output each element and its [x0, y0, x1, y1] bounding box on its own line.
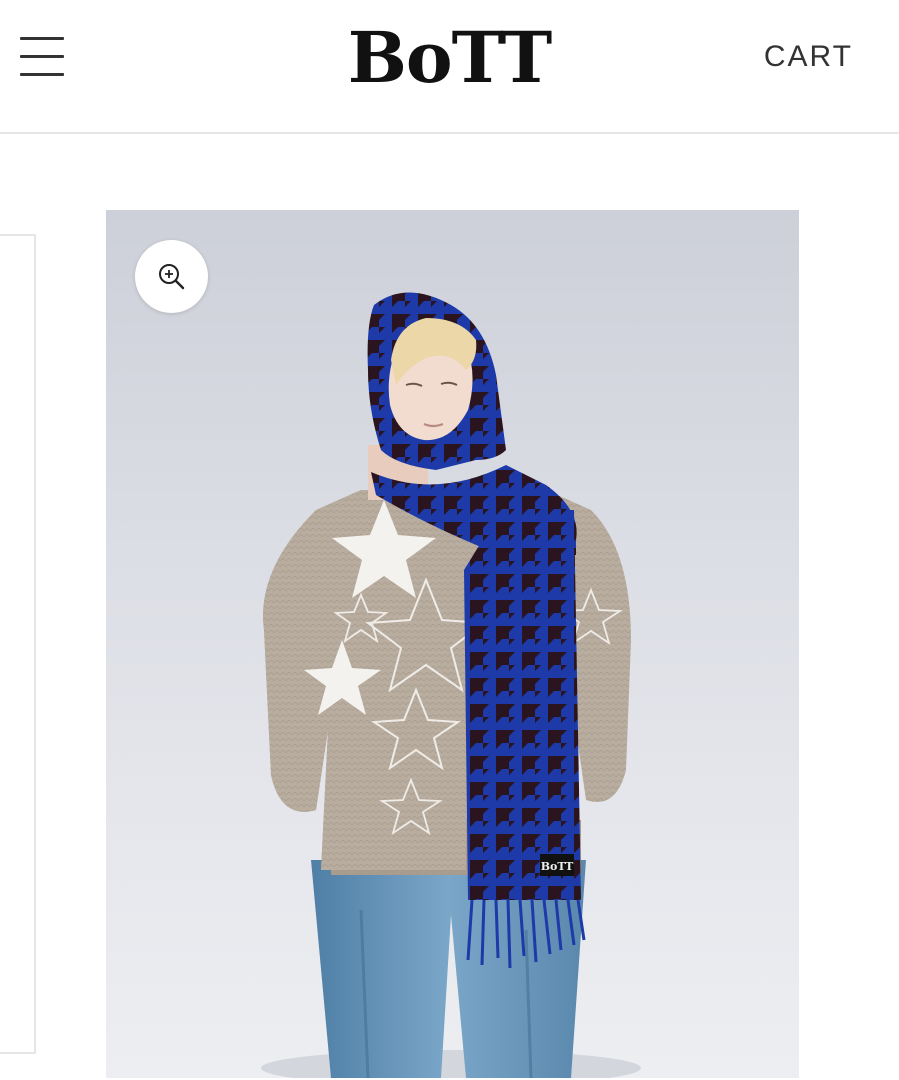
- previous-image-thumbnail[interactable]: [0, 234, 36, 1054]
- zoom-button[interactable]: [135, 240, 208, 313]
- cart-link[interactable]: CART: [764, 40, 853, 74]
- site-header: BoTT CART: [0, 0, 899, 134]
- scarf-tag-label: BoTT: [541, 860, 574, 873]
- zoom-in-icon: [159, 264, 185, 290]
- product-photo-model: BoTT: [261, 292, 641, 1078]
- product-image[interactable]: BoTT: [106, 210, 799, 1078]
